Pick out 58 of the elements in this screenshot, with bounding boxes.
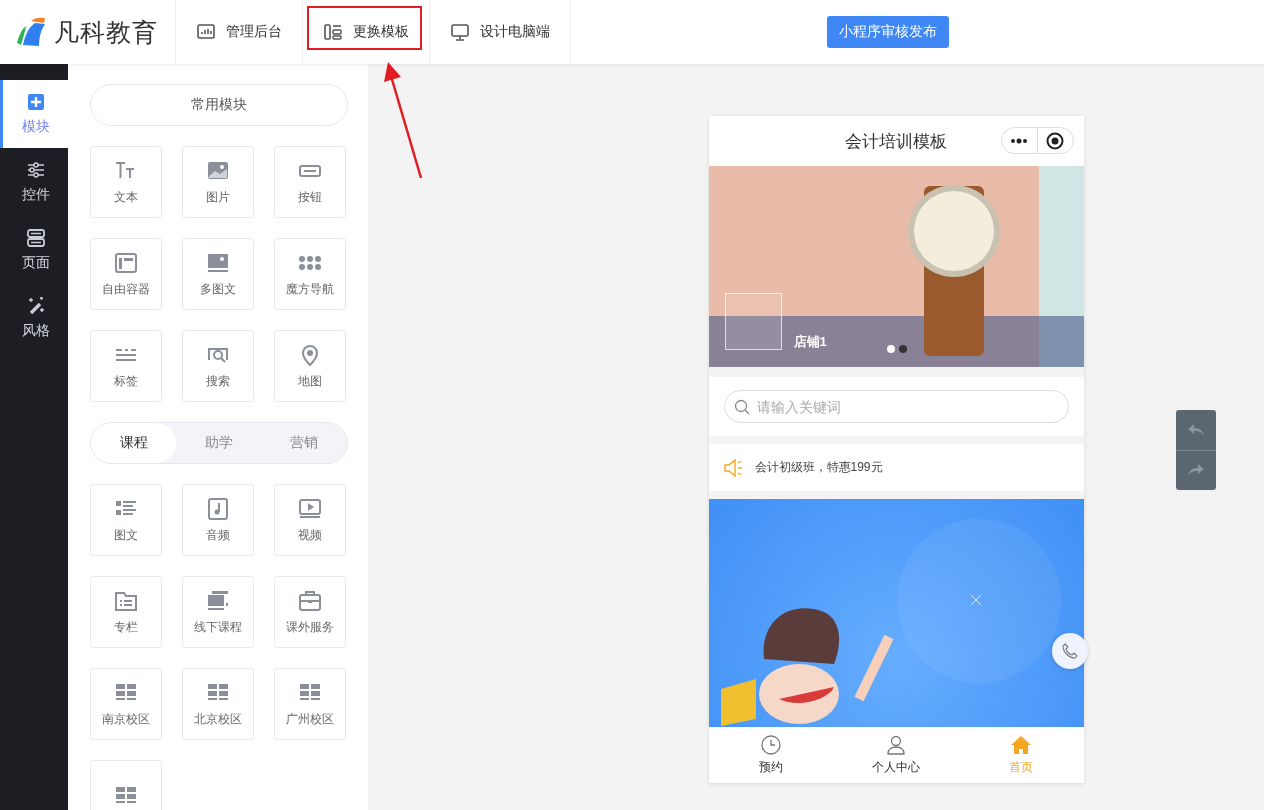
sidebar-tab[interactable]: 风格 bbox=[0, 284, 68, 352]
module-icon bbox=[206, 588, 230, 613]
stack-icon bbox=[25, 228, 46, 248]
module-card[interactable]: 线下课程 bbox=[182, 576, 254, 648]
module-card[interactable]: 按钮 bbox=[274, 146, 346, 218]
module-card[interactable]: 图文 bbox=[90, 484, 162, 556]
module-icon bbox=[298, 496, 322, 521]
module-card[interactable]: 北京校区 bbox=[182, 668, 254, 740]
module-card[interactable]: 多图文 bbox=[182, 238, 254, 310]
category-tab[interactable]: 课程 bbox=[91, 423, 177, 463]
category-tab[interactable]: 营销 bbox=[261, 423, 347, 463]
sidebar-tab[interactable]: 控件 bbox=[0, 148, 68, 216]
user-icon bbox=[885, 734, 907, 756]
search-field[interactable]: 请输入关键词 bbox=[723, 390, 1069, 423]
page-title: 会计培训模板 bbox=[845, 130, 947, 153]
module-card[interactable]: 地图 bbox=[274, 330, 346, 402]
module-card[interactable]: 文本 bbox=[90, 146, 162, 218]
clock-icon bbox=[760, 734, 782, 756]
module-card[interactable]: 音频 bbox=[182, 484, 254, 556]
dashboard-icon bbox=[196, 22, 216, 42]
module-card[interactable]: 广州校区 bbox=[274, 668, 346, 740]
module-card[interactable]: 自由容器 bbox=[90, 238, 162, 310]
tabbar-item[interactable]: 预约 bbox=[708, 727, 834, 783]
shop-logo bbox=[724, 293, 782, 350]
undo-icon bbox=[1187, 422, 1205, 437]
module-icon bbox=[206, 496, 230, 521]
sidebar-tab[interactable]: 页面 bbox=[0, 216, 68, 284]
module-icon bbox=[114, 250, 138, 275]
tabbar-item[interactable]: 个人中心 bbox=[833, 727, 959, 783]
module-icon bbox=[298, 588, 322, 613]
module-card[interactable]: 搜索 bbox=[182, 330, 254, 402]
search-icon bbox=[733, 399, 750, 415]
banner-caption: 店铺1 bbox=[793, 333, 827, 351]
target-icon[interactable] bbox=[1046, 131, 1064, 150]
logo-icon bbox=[14, 15, 48, 49]
phone-icon bbox=[1061, 643, 1078, 659]
module-card[interactable]: 专栏 bbox=[90, 576, 162, 648]
module-card[interactable]: 课外服务 bbox=[274, 576, 346, 648]
logo-text: 凡科教育 bbox=[54, 16, 158, 48]
module-card[interactable]: 标签 bbox=[90, 330, 162, 402]
module-card[interactable]: 图片 bbox=[182, 146, 254, 218]
more-icon[interactable] bbox=[1010, 137, 1028, 144]
publish-button[interactable]: 小程序审核发布 bbox=[826, 16, 949, 48]
speaker-icon bbox=[722, 457, 745, 478]
layout-icon bbox=[323, 22, 343, 42]
module-card[interactable]: 南京校区 bbox=[90, 668, 162, 740]
module-card[interactable]: 魔方导航 bbox=[274, 238, 346, 310]
sidebar-tab[interactable]: 模块 bbox=[0, 80, 68, 148]
add-icon bbox=[25, 92, 46, 112]
monitor-icon bbox=[450, 22, 470, 42]
carousel-dot[interactable] bbox=[886, 345, 895, 353]
carousel-dot[interactable] bbox=[898, 345, 907, 353]
home-icon bbox=[1010, 734, 1032, 756]
module-card[interactable]: 视频 bbox=[274, 484, 346, 556]
notice-text: 会计初级班，特惠199元 bbox=[754, 459, 883, 476]
nav-tab[interactable]: 设计电脑端 bbox=[430, 0, 571, 64]
category-tab[interactable]: 助学 bbox=[176, 423, 262, 463]
sliders-icon bbox=[25, 160, 46, 180]
